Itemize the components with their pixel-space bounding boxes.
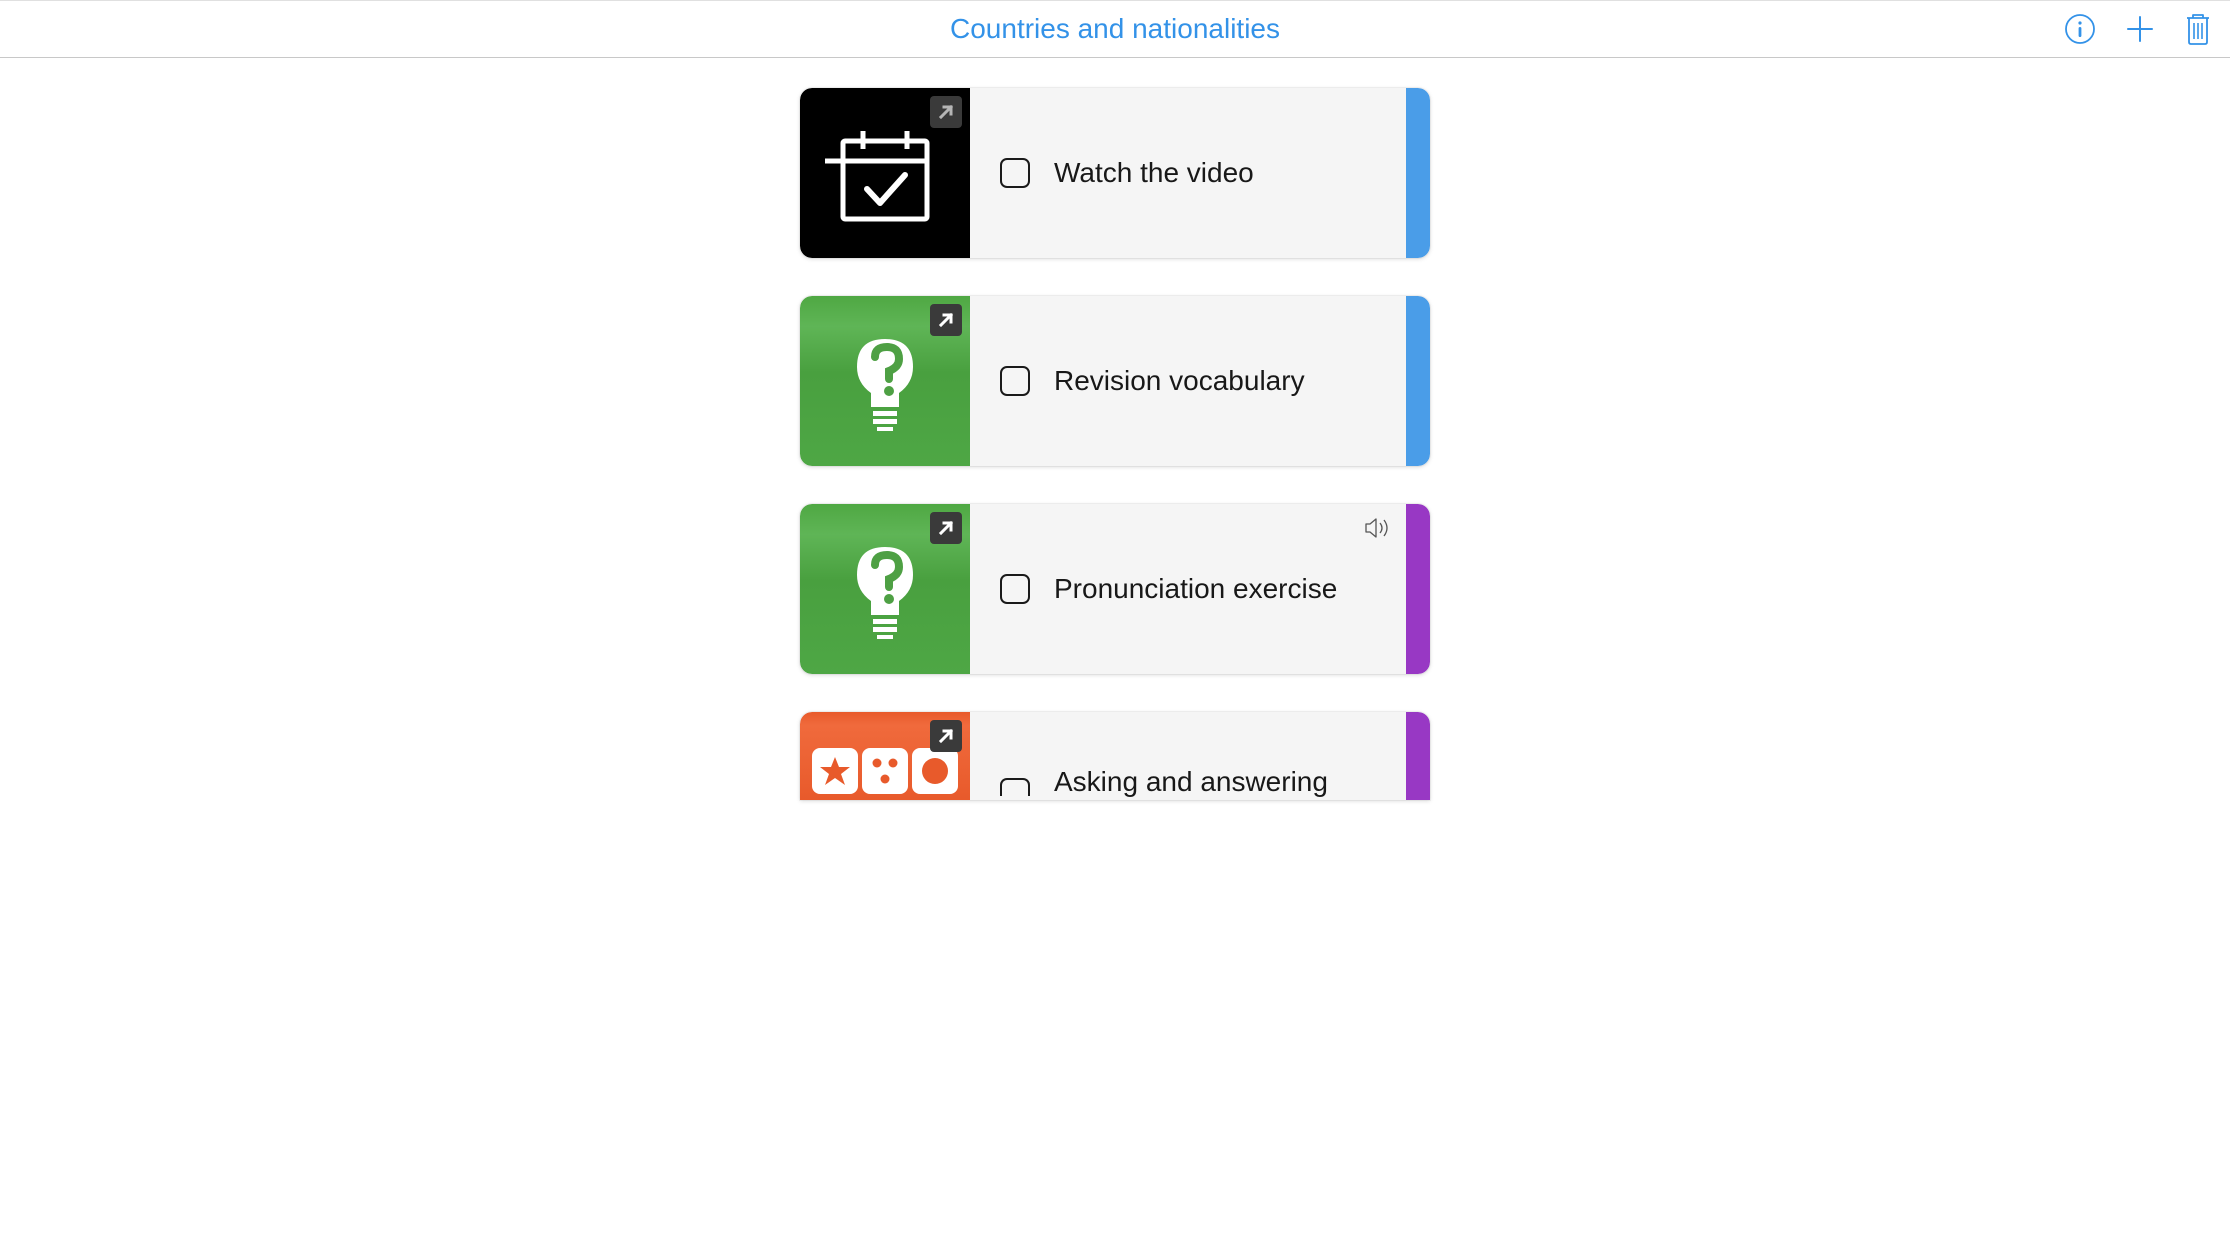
speaker-icon	[1364, 516, 1392, 540]
card-body: Revision vocabulary	[970, 296, 1406, 466]
info-icon	[2064, 13, 2096, 45]
card-title: Pronunciation exercise	[1054, 573, 1337, 605]
lightbulb-question-icon	[835, 321, 935, 441]
lesson-card[interactable]: Revision vocabulary	[800, 296, 1430, 466]
trash-icon	[2184, 12, 2212, 46]
lesson-card[interactable]: Asking and answering	[800, 712, 1430, 800]
task-checkbox[interactable]	[1000, 778, 1030, 796]
card-category-stripe	[1406, 504, 1430, 674]
header-actions	[2064, 12, 2212, 46]
card-thumbnail	[800, 88, 970, 258]
calendar-icon	[825, 113, 945, 233]
lightbulb-question-icon	[835, 529, 935, 649]
task-checkbox[interactable]	[1000, 574, 1030, 604]
expand-badge	[930, 96, 962, 128]
card-body: Asking and answering	[970, 712, 1406, 800]
content-area: Watch the video Revision vocabulary	[0, 58, 2230, 800]
add-button[interactable]	[2124, 13, 2156, 45]
page-title: Countries and nationalities	[950, 13, 1280, 45]
card-category-stripe	[1406, 712, 1430, 800]
card-body: Watch the video	[970, 88, 1406, 258]
info-button[interactable]	[2064, 13, 2096, 45]
task-checkbox[interactable]	[1000, 158, 1030, 188]
expand-badge	[930, 304, 962, 336]
expand-badge	[930, 512, 962, 544]
card-category-stripe	[1406, 296, 1430, 466]
arrow-up-right-icon	[936, 518, 956, 538]
arrow-up-right-icon	[936, 726, 956, 746]
card-title: Watch the video	[1054, 157, 1254, 189]
card-category-stripe	[1406, 88, 1430, 258]
arrow-up-right-icon	[936, 102, 956, 122]
lesson-card[interactable]: Watch the video	[800, 88, 1430, 258]
plus-icon	[2124, 13, 2156, 45]
circle-icon	[918, 754, 952, 788]
game-tiles-icon	[812, 748, 958, 794]
card-title: Revision vocabulary	[1054, 365, 1305, 397]
lesson-card[interactable]: Pronunciation exercise	[800, 504, 1430, 674]
delete-button[interactable]	[2184, 12, 2212, 46]
card-thumbnail	[800, 296, 970, 466]
dice-icon	[868, 754, 902, 788]
card-thumbnail	[800, 504, 970, 674]
card-thumbnail	[800, 712, 970, 800]
task-checkbox[interactable]	[1000, 366, 1030, 396]
card-body: Pronunciation exercise	[970, 504, 1406, 674]
audio-indicator	[1364, 516, 1392, 545]
star-icon	[818, 754, 852, 788]
header-bar: Countries and nationalities	[0, 0, 2230, 58]
expand-badge	[930, 720, 962, 752]
card-title: Asking and answering	[1054, 766, 1328, 798]
arrow-up-right-icon	[936, 310, 956, 330]
